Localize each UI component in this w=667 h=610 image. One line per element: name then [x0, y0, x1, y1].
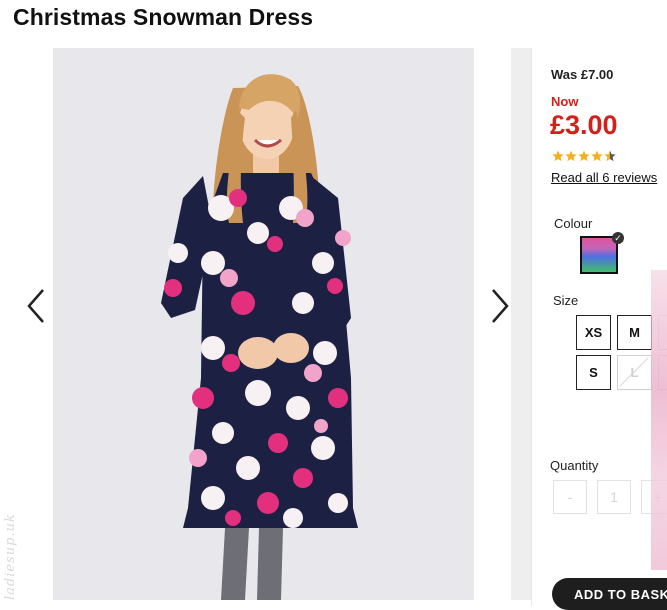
- chevron-right-icon: [492, 289, 509, 323]
- checkmark-icon: ✓: [612, 232, 624, 244]
- star-full-icon: [565, 150, 577, 162]
- next-image-peek: [651, 270, 667, 570]
- add-to-basket-button[interactable]: ADD TO BASKET: [552, 578, 667, 610]
- product-details-panel: Was £7.00 Now £3.00 Read all 6 reviews C…: [531, 48, 667, 610]
- read-reviews-link[interactable]: Read all 6 reviews: [551, 170, 657, 185]
- size-option-s[interactable]: S: [576, 355, 611, 390]
- watermark: ladiesup.uk: [3, 513, 18, 600]
- product-image-gallery: [53, 48, 474, 600]
- page-title: Christmas Snowman Dress: [13, 4, 314, 30]
- chevron-left-icon: [27, 289, 44, 323]
- size-option-l-label: L: [630, 365, 639, 380]
- gallery-prev-button[interactable]: [21, 284, 51, 328]
- size-label: Size: [553, 293, 579, 308]
- panel-edge: [511, 48, 531, 600]
- quantity-input[interactable]: 1: [597, 480, 631, 514]
- now-price: £3.00: [550, 110, 618, 140]
- star-full-icon: [552, 150, 564, 162]
- quantity-label: Quantity: [550, 458, 599, 473]
- star-half-icon: [604, 150, 616, 162]
- now-label: Now: [551, 94, 579, 109]
- size-option-m[interactable]: M: [617, 315, 652, 350]
- quantity-decrease-button[interactable]: -: [553, 480, 587, 514]
- star-full-icon: [591, 150, 603, 162]
- rating-stars: [552, 150, 616, 162]
- product-image: [53, 48, 474, 600]
- was-price: Was £7.00: [551, 67, 614, 82]
- size-option-l-unavailable: L: [617, 355, 652, 390]
- star-full-icon: [578, 150, 590, 162]
- colour-label: Colour: [554, 216, 593, 231]
- size-option-xs[interactable]: XS: [576, 315, 611, 350]
